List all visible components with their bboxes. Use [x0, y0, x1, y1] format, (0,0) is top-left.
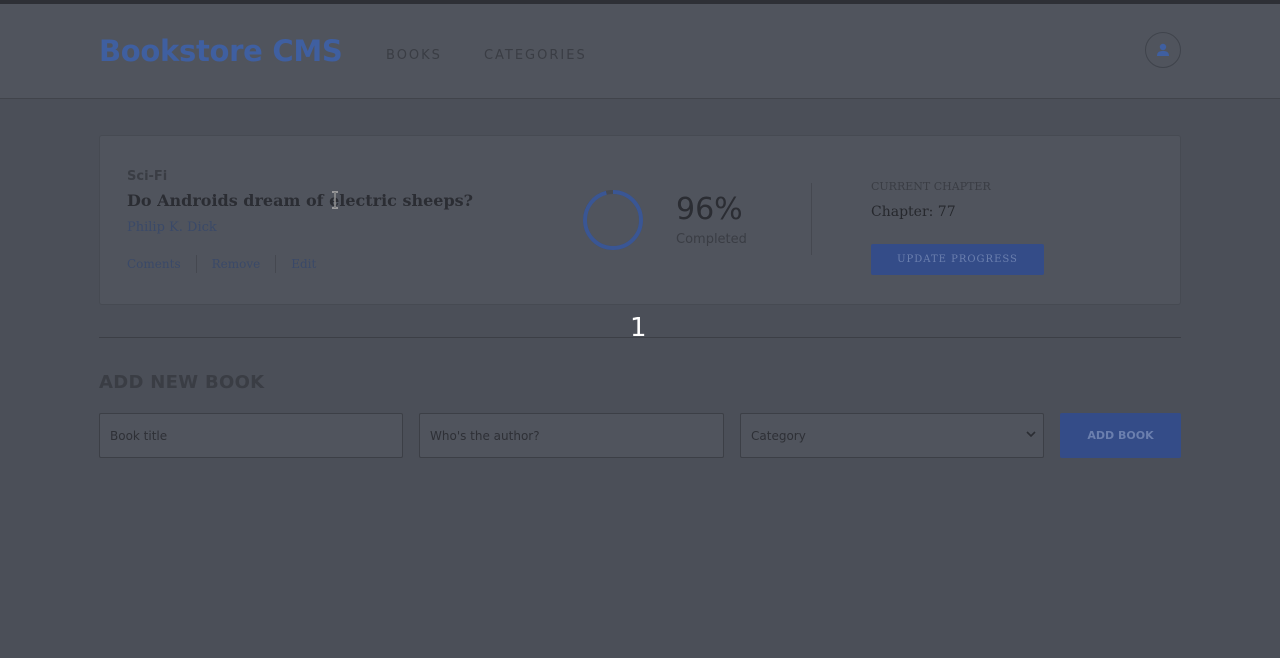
chevron-down-icon	[1026, 431, 1036, 438]
book-actions: Coments Remove Edit	[127, 255, 316, 273]
user-icon	[1157, 43, 1169, 56]
page-number: 1	[630, 313, 647, 343]
nav-books[interactable]: BOOKS	[386, 48, 442, 63]
category-select[interactable]: Category	[740, 413, 1044, 458]
card-divider	[811, 183, 812, 255]
book-card: Sci-Fi Do Androids dream of electric she…	[99, 135, 1181, 305]
book-author: Philip K. Dick	[127, 220, 217, 235]
action-divider	[275, 255, 277, 273]
main-nav: BOOKS CATEGORIES	[386, 48, 587, 63]
comments-button[interactable]: Coments	[127, 257, 181, 271]
book-author-input[interactable]	[419, 413, 724, 458]
action-divider	[195, 255, 197, 273]
book-genre: Sci-Fi	[127, 169, 168, 184]
header: Bookstore CMS BOOKS CATEGORIES	[0, 4, 1280, 99]
progress-percent: 96%	[676, 192, 743, 227]
progress-completed-label: Completed	[676, 232, 747, 247]
progress-ring	[583, 190, 643, 250]
section-divider	[99, 337, 1181, 338]
add-book-heading: ADD NEW BOOK	[99, 372, 265, 393]
brand-logo[interactable]: Bookstore CMS	[99, 34, 343, 68]
current-chapter-value: Chapter: 77	[871, 204, 956, 220]
current-chapter-label: CURRENT CHAPTER	[871, 180, 991, 193]
book-title-input[interactable]	[99, 413, 403, 458]
edit-button[interactable]: Edit	[291, 257, 316, 271]
book-title: Do Androids dream of electric sheeps?	[127, 191, 474, 210]
add-book-button[interactable]: ADD BOOK	[1060, 413, 1181, 458]
category-select-wrapper: Category	[740, 413, 1044, 458]
user-avatar-button[interactable]	[1145, 32, 1181, 68]
progress-ring-arc	[583, 190, 643, 250]
text-cursor-icon	[332, 191, 338, 209]
update-progress-button[interactable]: UPDATE PROGRESS	[871, 244, 1044, 275]
nav-categories[interactable]: CATEGORIES	[484, 48, 587, 63]
remove-button[interactable]: Remove	[212, 257, 261, 271]
